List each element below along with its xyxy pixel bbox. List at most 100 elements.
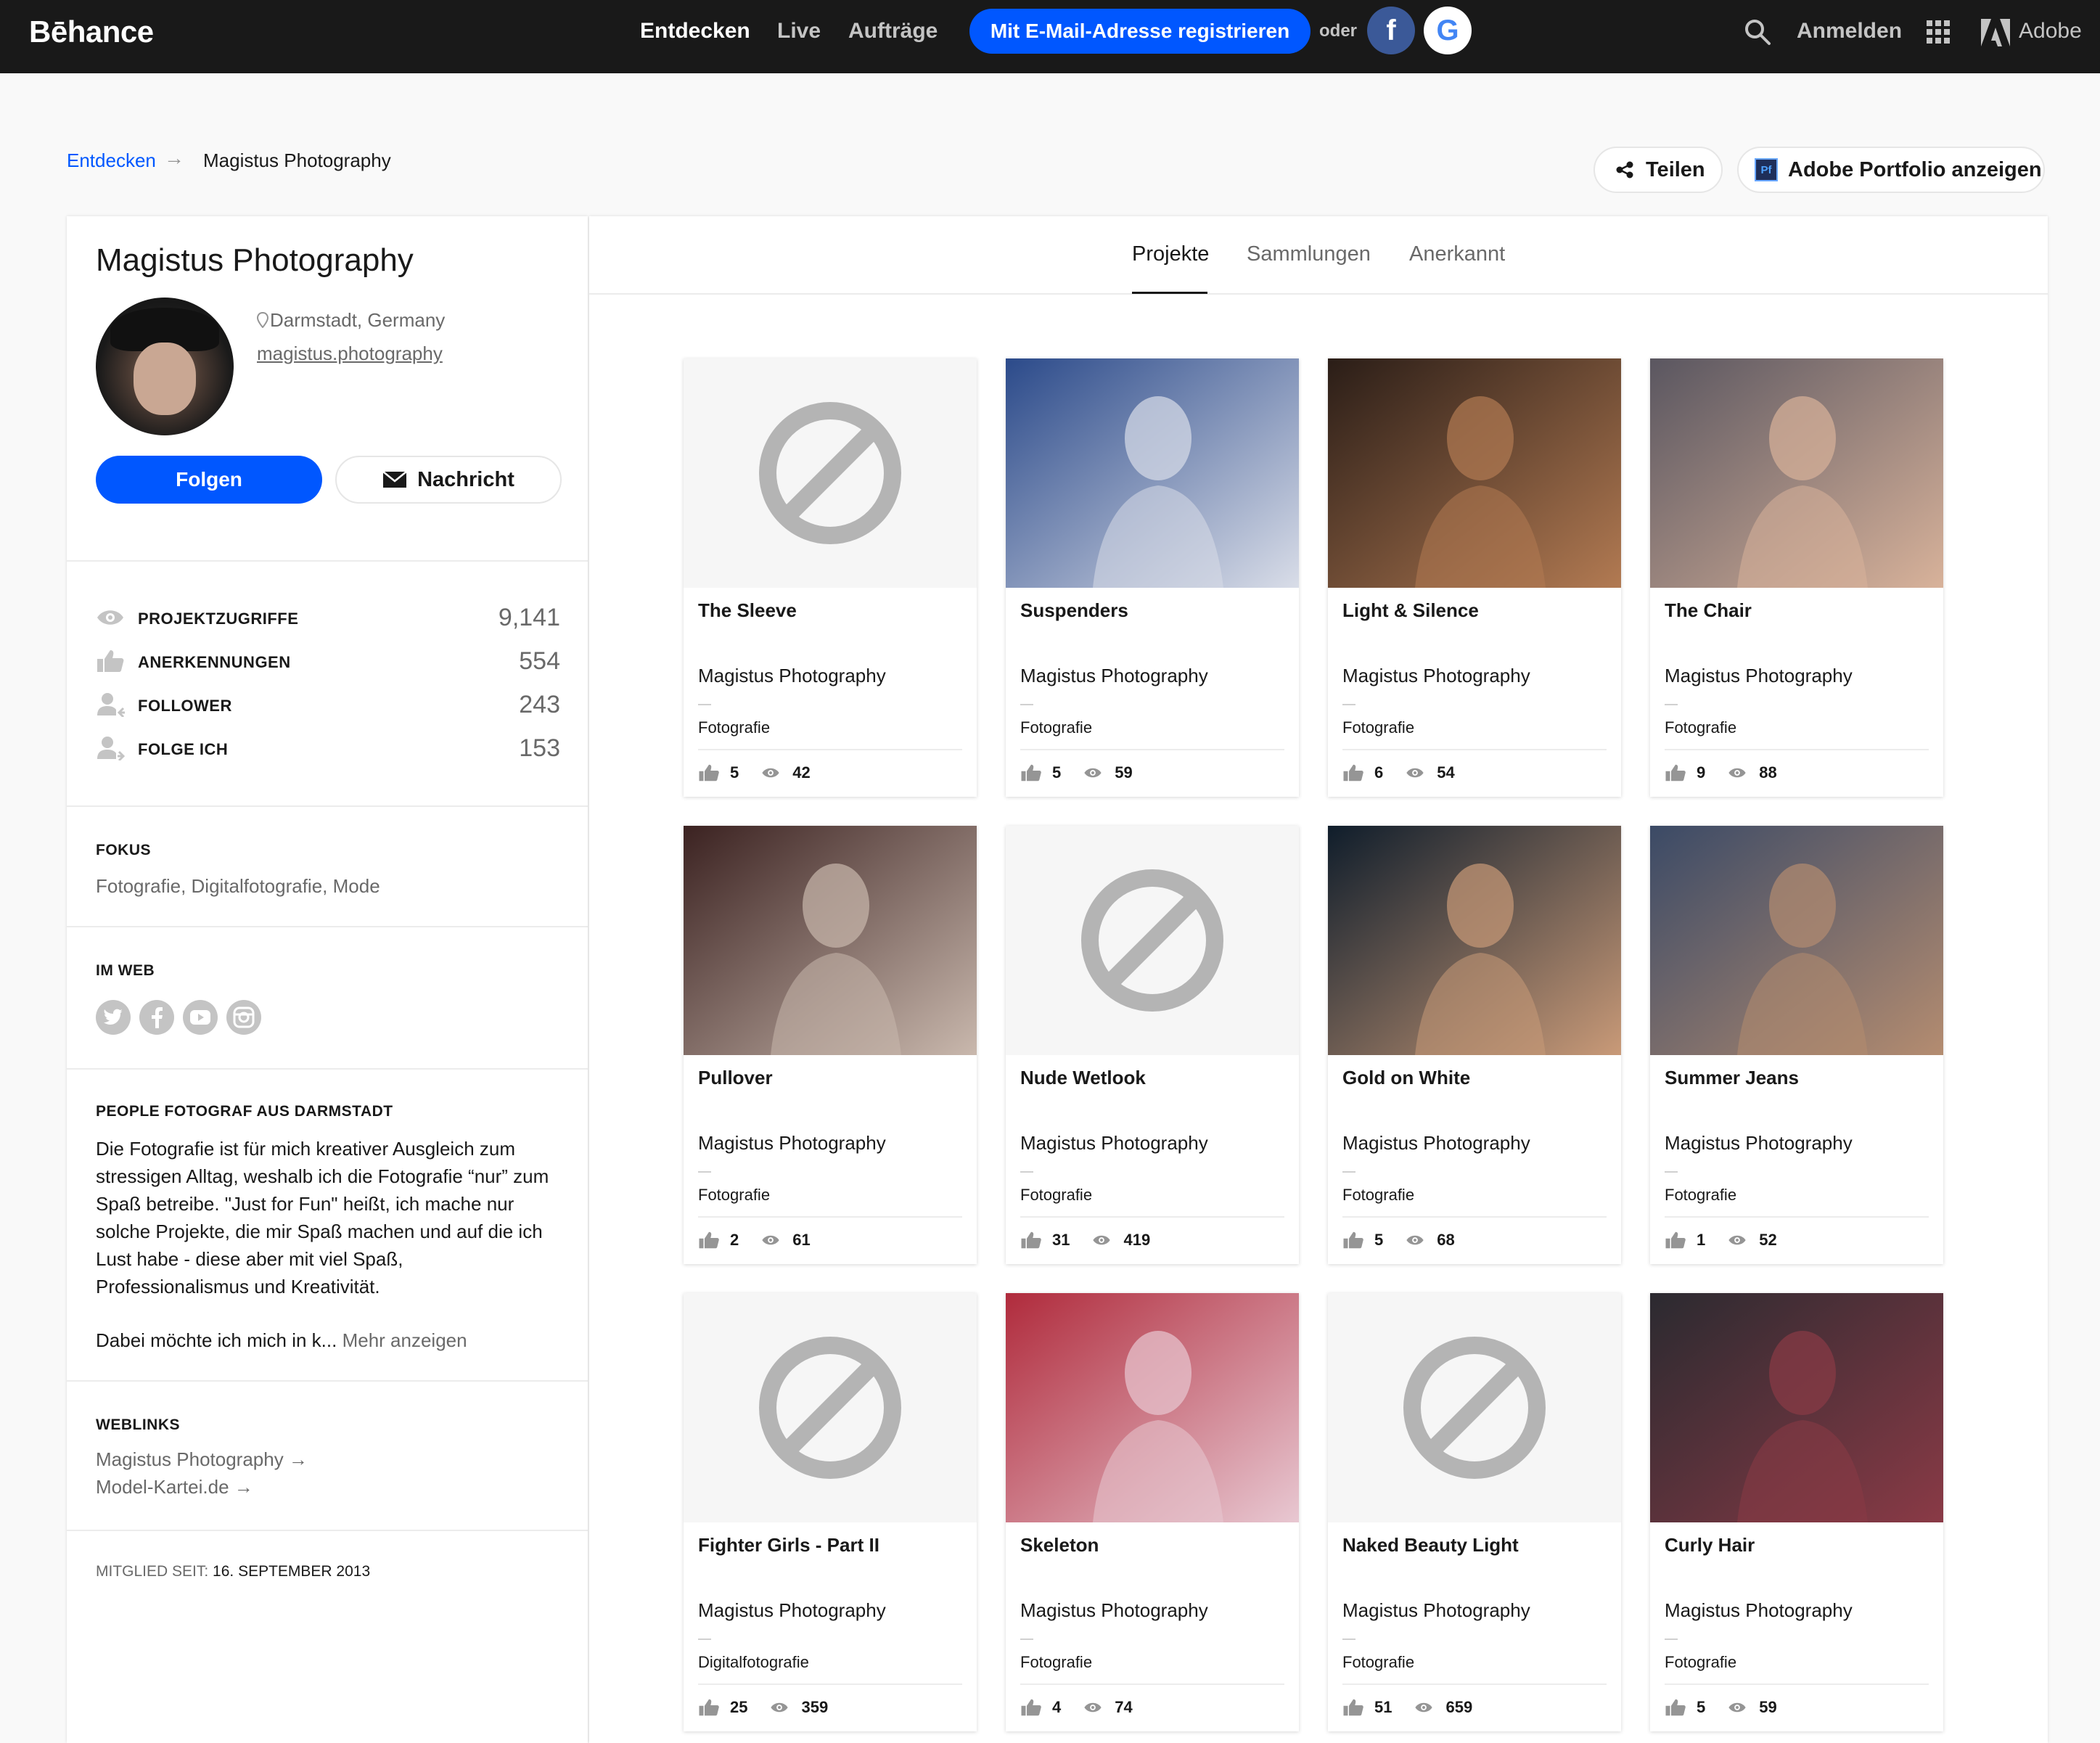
project-thumbnail[interactable] [1650, 826, 1943, 1055]
project-card[interactable]: Suspenders Magistus Photography Fotografie… [1006, 358, 1299, 797]
project-field[interactable]: Fotografie [1020, 1653, 1092, 1672]
project-title[interactable]: Gold on White [1342, 1067, 1470, 1089]
project-field[interactable]: Fotografie [1665, 1186, 1736, 1205]
project-title[interactable]: The Sleeve [698, 599, 797, 622]
project-field[interactable]: Fotografie [1020, 1186, 1092, 1205]
project-card[interactable]: Skeleton Magistus Photography Fotografie 4 7… [1006, 1293, 1299, 1731]
message-button[interactable]: Nachricht [335, 456, 562, 504]
project-title[interactable]: Nude Wetlook [1020, 1067, 1146, 1089]
nav-entdecken[interactable]: Entdecken [640, 19, 750, 44]
project-thumbnail[interactable] [1006, 826, 1299, 1055]
project-card[interactable]: Nude Wetlook Magistus Photography Fotograf… [1006, 826, 1299, 1264]
project-owner[interactable]: Magistus Photography [1342, 1132, 1530, 1155]
project-title[interactable]: Curly Hair [1665, 1534, 1755, 1557]
project-title[interactable]: The Chair [1665, 599, 1752, 622]
project-owner[interactable]: Magistus Photography [1342, 1599, 1530, 1622]
project-card[interactable]: Curly Hair Magistus Photography Fotografie… [1650, 1293, 1943, 1731]
project-likes: 5 [1374, 1231, 1384, 1249]
breadcrumb-entdecken-link[interactable]: Entdecken [67, 149, 156, 172]
project-thumbnail[interactable] [1006, 1293, 1299, 1522]
project-card[interactable]: Light & Silence Magistus Photography Fotog… [1328, 358, 1621, 797]
twitter-icon[interactable] [96, 1000, 131, 1035]
profile-location: Darmstadt, Germany [256, 309, 446, 332]
facebook-login-button[interactable]: f [1367, 7, 1415, 54]
project-field[interactable]: Fotografie [1342, 718, 1414, 737]
project-title[interactable]: Summer Jeans [1665, 1067, 1799, 1089]
project-owner[interactable]: Magistus Photography [1665, 1132, 1853, 1155]
project-owner[interactable]: Magistus Photography [698, 1132, 886, 1155]
project-card[interactable]: Gold on White Magistus Photography Fotogra… [1328, 826, 1621, 1264]
project-card[interactable]: Fighter Girls - Part II Magistus Photogra… [684, 1293, 977, 1731]
project-card[interactable]: The Chair Magistus Photography Fotografie 9… [1650, 358, 1943, 797]
follow-button[interactable]: Folgen [96, 456, 322, 504]
project-owner[interactable]: Magistus Photography [1665, 1599, 1853, 1622]
profile-website-link[interactable]: magistus.photography [257, 343, 443, 365]
project-owner[interactable]: Magistus Photography [1020, 1599, 1208, 1622]
project-title[interactable]: Suspenders [1020, 599, 1128, 622]
project-title[interactable]: Pullover [698, 1067, 773, 1089]
tab-projekte[interactable]: Projekte [1132, 242, 1209, 266]
project-thumbnail[interactable] [1650, 1293, 1943, 1522]
project-card[interactable]: Naked Beauty Light Magistus Photography Fo… [1328, 1293, 1621, 1731]
project-title[interactable]: Fighter Girls - Part II [698, 1534, 879, 1557]
project-title[interactable]: Naked Beauty Light [1342, 1534, 1519, 1557]
project-title[interactable]: Skeleton [1020, 1534, 1099, 1557]
project-field[interactable]: Fotografie [1342, 1653, 1414, 1672]
project-field[interactable]: Fotografie [1020, 718, 1092, 737]
project-field[interactable]: Fotografie [1342, 1186, 1414, 1205]
login-link[interactable]: Anmelden [1797, 19, 1902, 44]
project-thumbnail[interactable] [684, 358, 977, 588]
google-login-button[interactable]: G [1424, 7, 1472, 54]
location-text: Darmstadt, Germany [270, 309, 446, 331]
project-card[interactable]: Summer Jeans Magistus Photography Fotograf… [1650, 826, 1943, 1264]
project-owner[interactable]: Magistus Photography [698, 665, 886, 687]
or-label: oder [1319, 21, 1358, 41]
project-thumbnail[interactable] [1650, 358, 1943, 588]
project-field[interactable]: Fotografie [1665, 718, 1736, 737]
adobe-label[interactable]: Adobe [2019, 19, 2082, 44]
weblink-magistus[interactable]: Magistus Photography → [96, 1448, 308, 1471]
share-button[interactable]: Teilen [1594, 147, 1723, 193]
register-email-button[interactable]: Mit E-Mail-Adresse registrieren [969, 9, 1311, 54]
eye-icon [771, 1702, 789, 1713]
facebook-icon[interactable] [139, 1000, 174, 1035]
project-thumbnail[interactable] [684, 1293, 977, 1522]
project-card[interactable]: The Sleeve Magistus Photography Fotografie… [684, 358, 977, 797]
project-thumbnail[interactable] [1328, 358, 1621, 588]
project-field[interactable]: Digitalfotografie [698, 1653, 809, 1672]
instagram-icon[interactable] [226, 1000, 261, 1035]
search-icon[interactable] [1743, 17, 1772, 46]
weblinks-heading: WEBLINKS [96, 1416, 180, 1433]
bio-heading: PEOPLE FOTOGRAF AUS DARMSTADT [96, 1103, 393, 1120]
project-thumbnail[interactable] [684, 826, 977, 1055]
adobe-logo-icon[interactable] [1981, 19, 2010, 46]
project-card[interactable]: Pullover Magistus Photography Fotografie 2 6… [684, 826, 977, 1264]
project-views: 68 [1437, 1231, 1455, 1249]
project-thumbnail[interactable] [1006, 358, 1299, 588]
project-field[interactable]: Fotografie [1665, 1653, 1736, 1672]
nav-auftraege[interactable]: Aufträge [848, 19, 938, 44]
adobe-portfolio-button[interactable]: Pf Adobe Portfolio anzeigen [1737, 147, 2045, 193]
focus-heading: FOKUS [96, 842, 151, 858]
youtube-icon[interactable] [183, 1000, 218, 1035]
envelope-icon [382, 471, 407, 488]
tab-anerkannt[interactable]: Anerkannt [1409, 242, 1505, 266]
project-views: 42 [792, 763, 811, 782]
project-title[interactable]: Light & Silence [1342, 599, 1479, 622]
project-thumbnail[interactable] [1328, 826, 1621, 1055]
project-owner[interactable]: Magistus Photography [1342, 665, 1530, 687]
project-owner[interactable]: Magistus Photography [1020, 1132, 1208, 1155]
project-owner[interactable]: Magistus Photography [698, 1599, 886, 1622]
show-more-link[interactable]: Mehr anzeigen [343, 1329, 467, 1351]
weblink-model-kartei[interactable]: Model-Kartei.de → [96, 1476, 253, 1498]
project-owner[interactable]: Magistus Photography [1020, 665, 1208, 687]
behance-logo[interactable]: Bēhance [29, 15, 154, 49]
tab-sammlungen[interactable]: Sammlungen [1247, 242, 1371, 266]
project-field[interactable]: Fotografie [698, 718, 770, 737]
project-owner[interactable]: Magistus Photography [1665, 665, 1853, 687]
project-field[interactable]: Fotografie [698, 1186, 770, 1205]
apps-grid-icon[interactable] [1927, 20, 1950, 44]
project-thumbnail[interactable] [1328, 1293, 1621, 1522]
avatar[interactable] [96, 298, 234, 435]
nav-live[interactable]: Live [777, 19, 821, 44]
